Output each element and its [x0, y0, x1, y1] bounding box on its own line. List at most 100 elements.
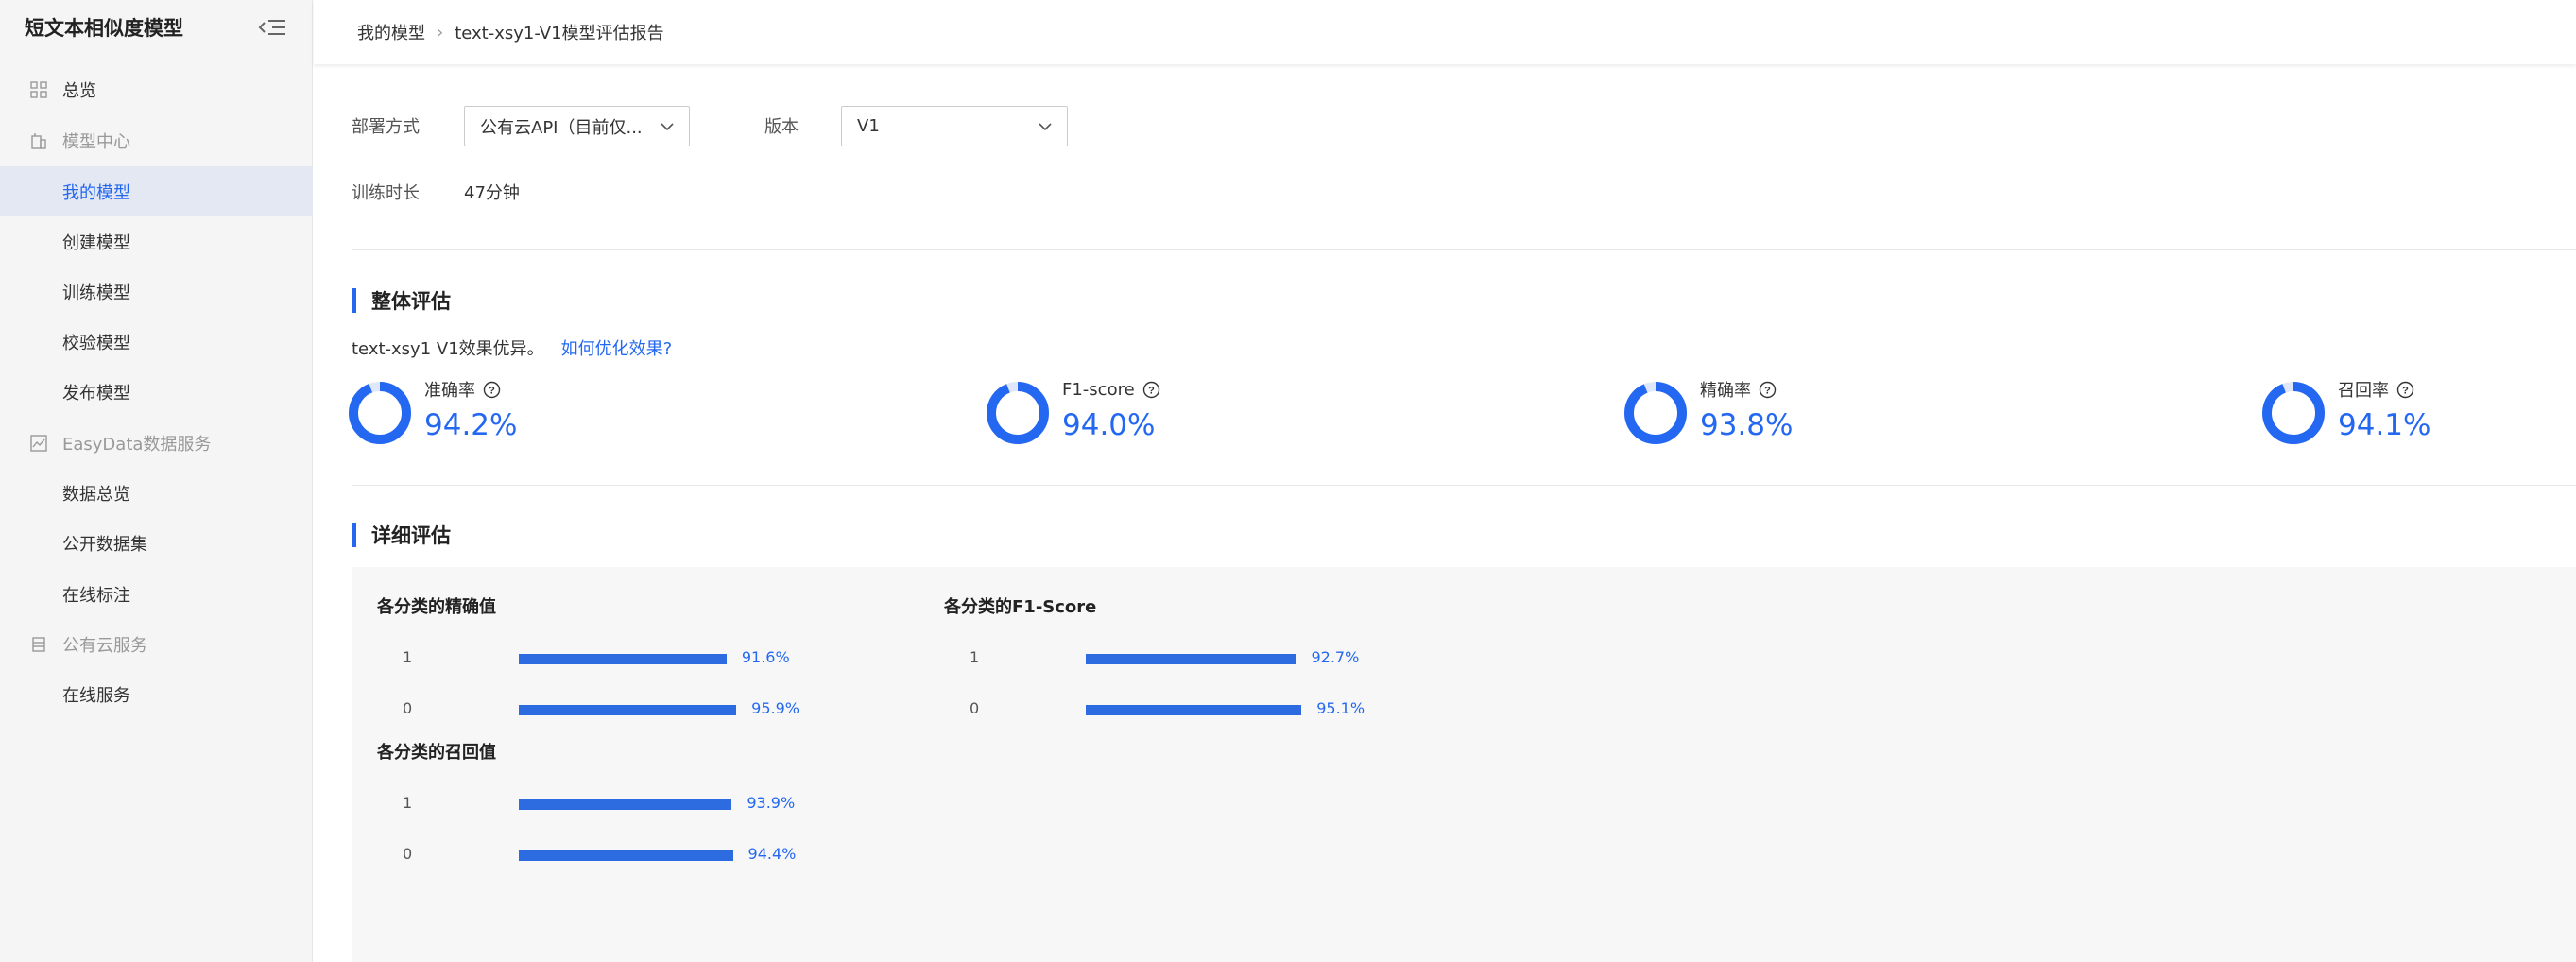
deploy-select[interactable]: 公有云API（目前仅...: [464, 106, 690, 146]
svg-text:?: ?: [2402, 385, 2409, 396]
version-select[interactable]: V1: [841, 106, 1068, 146]
overall-section-title: 整体评估: [352, 286, 451, 315]
sidebar-item-label: 数据总览: [62, 484, 130, 505]
bar: [519, 654, 727, 664]
bar-value-label: 95.1%: [1316, 699, 1365, 717]
metric-accuracy: 准确率 ? 94.2%: [347, 378, 517, 454]
server-icon: [32, 636, 45, 652]
bar: [1086, 654, 1297, 664]
version-select-value: V1: [857, 116, 880, 136]
metric-value: 94.1%: [2338, 408, 2431, 442]
deploy-label: 部署方式: [352, 117, 420, 137]
sidebar-item-label: 我的模型: [62, 182, 130, 203]
recall-chart-title: 各分类的召回值: [377, 743, 496, 763]
recall-row-1: 1 93.9%: [377, 794, 850, 813]
metric-label: F1-score: [1062, 379, 1135, 400]
bar: [519, 799, 732, 810]
precision-chart-title: 各分类的精确值: [377, 597, 496, 617]
detail-section-title: 详细评估: [352, 521, 451, 549]
sidebar-item-create-model[interactable]: 创建模型: [0, 216, 313, 266]
sidebar-group-label: 模型中心: [62, 131, 130, 152]
accuracy-donut: [349, 382, 411, 444]
metric-label: 精确率: [1700, 381, 1751, 401]
breadcrumb: 我的模型 › text-xsy1-V1模型评估报告: [314, 0, 2576, 64]
metric-f1-score: F1-score ? 94.0%: [985, 378, 1160, 454]
help-icon[interactable]: ?: [2396, 381, 2414, 399]
sidebar-group-label: EasyData数据服务: [62, 434, 212, 455]
sidebar-item-online-service[interactable]: 在线服务: [0, 669, 313, 719]
sidebar-item-label: 创建模型: [62, 232, 130, 253]
bar-category-label: 1: [403, 794, 413, 812]
sidebar-group-label: 公有云服务: [62, 635, 147, 656]
sidebar-item-train-model[interactable]: 训练模型: [0, 266, 313, 317]
duration-label: 训练时长: [352, 183, 420, 203]
help-icon[interactable]: ?: [1759, 381, 1777, 399]
app-title: 短文本相似度模型: [25, 17, 183, 40]
detail-panel: 各分类的精确值 1 91.6% 0 95.9% 各分类的F1-Score 1 9…: [352, 567, 2576, 962]
bar-category-label: 0: [403, 845, 413, 863]
sidebar-item-label: 公开数据集: [62, 534, 147, 555]
chevron-right-icon: ›: [437, 22, 444, 43]
section-accent-bar: [352, 288, 356, 313]
sidebar-item-label: 在线服务: [62, 685, 130, 706]
sidebar-item-data-overview[interactable]: 数据总览: [0, 468, 313, 518]
sidebar-item-my-models[interactable]: 我的模型: [0, 166, 313, 216]
bar-value-label: 92.7%: [1311, 648, 1360, 666]
precision-donut: [1624, 382, 1687, 444]
sidebar-item-label: 发布模型: [62, 383, 130, 404]
sidebar-item-publish-model[interactable]: 发布模型: [0, 367, 313, 417]
chevron-down-icon: [661, 122, 674, 130]
bar-category-label: 0: [403, 699, 413, 717]
bar-category-label: 1: [970, 648, 980, 666]
donut-arc: [349, 382, 411, 444]
overall-title-text: 整体评估: [371, 290, 451, 313]
deploy-select-value: 公有云API（目前仅...: [480, 117, 643, 138]
sidebar-item-label: 校验模型: [62, 333, 130, 353]
help-icon[interactable]: ?: [1142, 381, 1160, 399]
building-icon: [31, 132, 46, 149]
breadcrumb-my-models[interactable]: 我的模型: [357, 20, 425, 44]
sidebar-header: 短文本相似度模型: [0, 0, 312, 55]
metric-label: 召回率: [2338, 381, 2389, 401]
sidebar-item-label: 训练模型: [62, 283, 130, 303]
recall-donut: [2262, 382, 2325, 444]
optimize-link[interactable]: 如何优化效果?: [561, 339, 673, 359]
precision-row-0: 0 95.9%: [377, 699, 850, 718]
metric-recall: 召回率 ? 94.1%: [2260, 378, 2430, 454]
sidebar-group-model-center: 模型中心: [0, 115, 313, 165]
help-icon[interactable]: ?: [483, 381, 501, 399]
divider: [352, 249, 2576, 250]
grid-icon: [30, 80, 47, 98]
f1-row-0: 0 95.1%: [944, 699, 1417, 718]
breadcrumb-current: text-xsy1-V1模型评估报告: [455, 24, 664, 43]
svg-text:?: ?: [489, 385, 495, 396]
bar: [519, 705, 737, 715]
metric-label: 准确率: [424, 381, 475, 401]
donut-arc: [2262, 382, 2325, 444]
chart-icon: [30, 434, 47, 452]
sidebar-group-public-cloud: 公有云服务: [0, 619, 313, 669]
donut-arc: [1624, 382, 1687, 444]
sidebar-item-online-labeling[interactable]: 在线标注: [0, 569, 313, 619]
detail-title-text: 详细评估: [371, 524, 451, 547]
sidebar-item-validate-model[interactable]: 校验模型: [0, 317, 313, 367]
metric-value: 94.0%: [1062, 408, 1156, 442]
precision-row-1: 1 91.6%: [377, 648, 850, 667]
svg-text:?: ?: [1148, 385, 1155, 396]
sidebar-group-easydata: EasyData数据服务: [0, 418, 313, 468]
f1-row-1: 1 92.7%: [944, 648, 1417, 667]
bar-category-label: 0: [970, 699, 980, 717]
sidebar-item-overview[interactable]: 总览: [0, 64, 313, 114]
chevron-down-icon: [1039, 122, 1052, 130]
f1-score-donut: [987, 382, 1049, 444]
metric-value: 94.2%: [424, 408, 518, 442]
f1-chart-title: 各分类的F1-Score: [944, 597, 1097, 617]
collapse-sidebar-icon[interactable]: [257, 16, 287, 39]
donut-arc: [987, 382, 1049, 444]
bar-value-label: 95.9%: [751, 699, 799, 717]
metric-precision: 精确率 ? 93.8%: [1623, 378, 1793, 454]
recall-row-0: 0 94.4%: [377, 845, 850, 864]
sidebar-item-public-datasets[interactable]: 公开数据集: [0, 518, 313, 568]
bar-value-label: 94.4%: [747, 845, 797, 863]
metric-value: 93.8%: [1700, 408, 1794, 442]
